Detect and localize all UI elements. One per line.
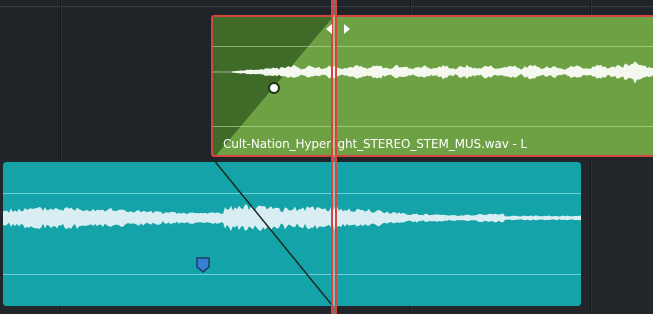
audio-clip-lower[interactable] xyxy=(3,162,581,306)
track-top-border xyxy=(0,6,653,7)
clip-name-label: Cult-Nation_Hyperlight_STEREO_STEM_MUS.w… xyxy=(223,137,527,151)
trim-arrows-icon[interactable] xyxy=(322,23,354,35)
fade-handle-icon[interactable] xyxy=(268,82,280,94)
playhead-center-line xyxy=(333,0,335,314)
waveform-lower xyxy=(3,204,581,231)
marker-icon[interactable] xyxy=(194,256,212,274)
timeline[interactable]: Cult-Nation_Hyperlight_STEREO_STEM_MUS.w… xyxy=(0,0,653,314)
